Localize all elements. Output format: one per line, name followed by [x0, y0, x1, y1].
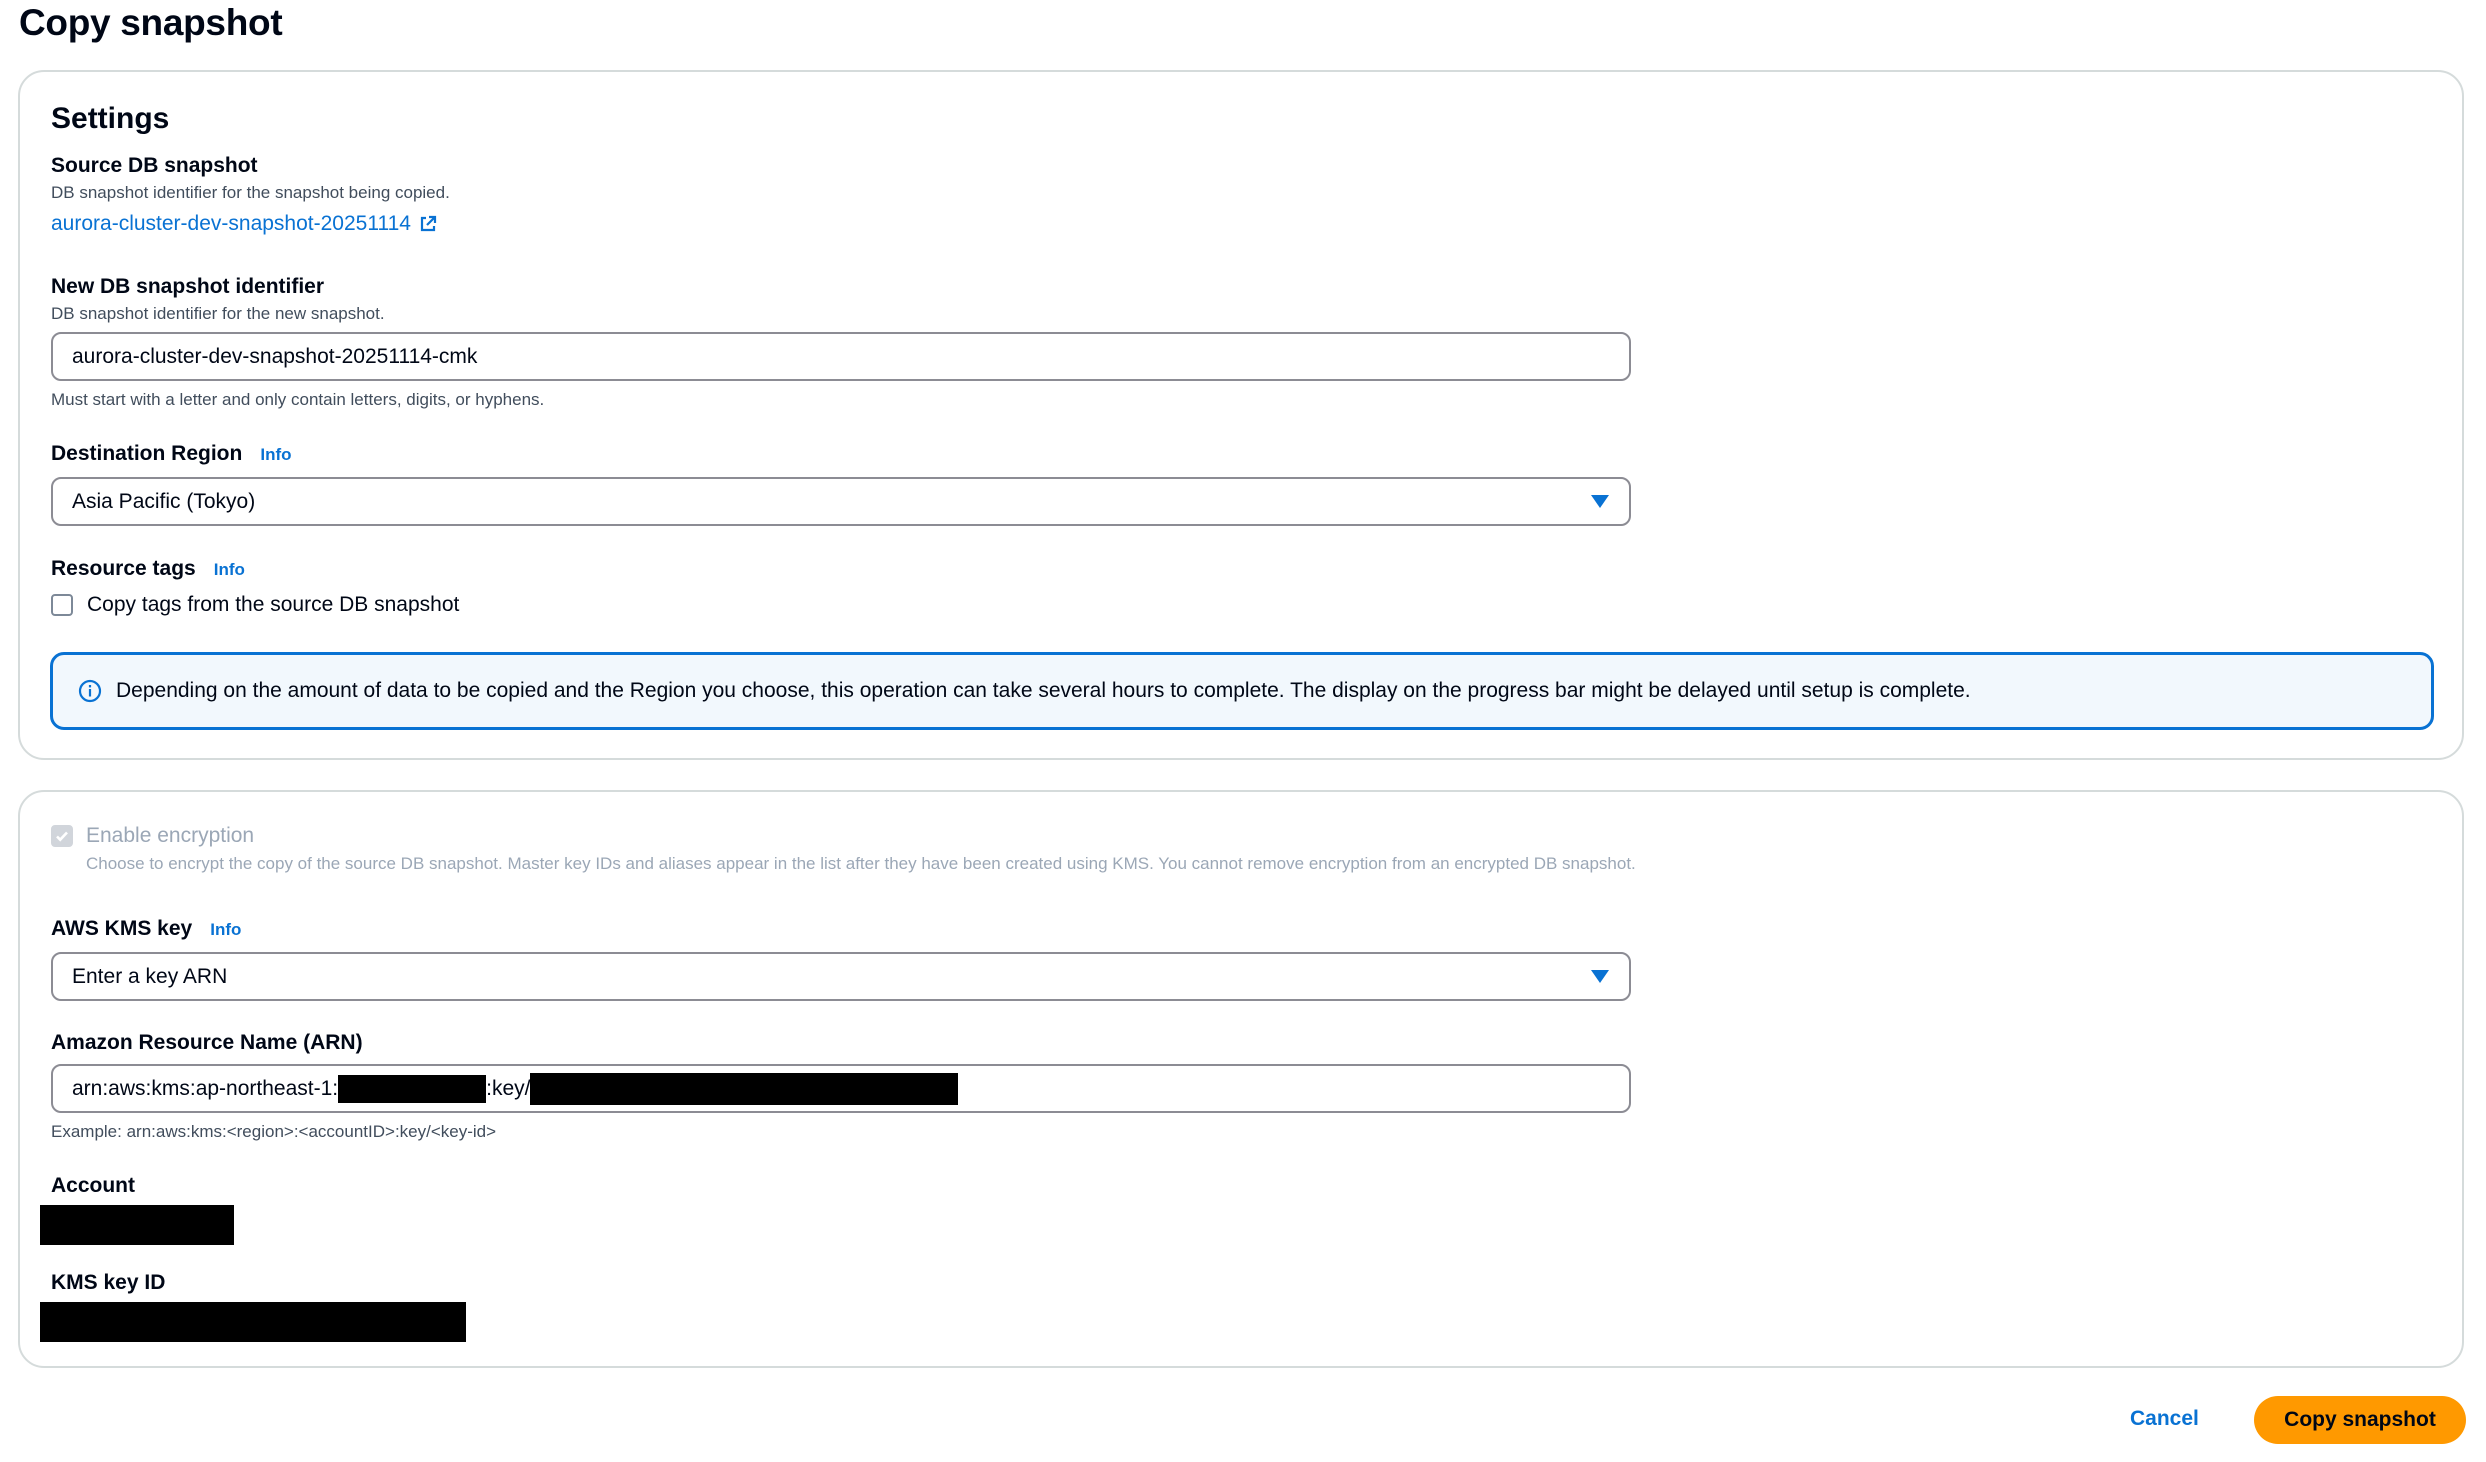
settings-heading: Settings: [51, 102, 170, 135]
caret-down-icon: [1591, 970, 1609, 983]
account-value-redacted: [40, 1205, 234, 1245]
cancel-button[interactable]: Cancel: [2130, 1395, 2199, 1443]
new-identifier-constraint: Must start with a letter and only contai…: [51, 390, 545, 409]
kms-key-label: AWS KMS key: [51, 917, 193, 940]
kms-key-selected: Enter a key ARN: [72, 964, 228, 988]
arn-key-id-redacted: [530, 1072, 959, 1105]
info-circle-icon: [78, 679, 102, 703]
destination-region-label: Destination Region: [51, 442, 243, 465]
arn-input[interactable]: arn:aws:kms:ap-northeast-1: :key/: [51, 1064, 1631, 1113]
info-alert: Depending on the amount of data to be co…: [50, 652, 2434, 730]
kms-key-select[interactable]: Enter a key ARN: [51, 952, 1631, 1001]
caret-down-icon: [1591, 495, 1609, 508]
source-snapshot-link-text: aurora-cluster-dev-snapshot-20251114: [51, 212, 411, 235]
copy-tags-checkbox[interactable]: [51, 594, 73, 616]
enable-encryption-description: Choose to encrypt the copy of the source…: [86, 854, 1636, 873]
arn-label: Amazon Resource Name (ARN): [51, 1031, 363, 1054]
kms-key-id-value-redacted: [40, 1302, 466, 1342]
arn-account-redacted: [338, 1074, 487, 1103]
arn-value-middle: :key/: [486, 1076, 531, 1100]
external-link-icon: [419, 215, 437, 233]
account-label: Account: [51, 1174, 135, 1197]
check-icon: [54, 828, 70, 844]
new-identifier-description: DB snapshot identifier for the new snaps…: [51, 304, 385, 323]
page-title: Copy snapshot: [19, 2, 283, 43]
destination-region-header: Destination Region Info: [51, 442, 292, 466]
kms-key-header: AWS KMS key Info: [51, 917, 241, 941]
new-identifier-input[interactable]: aurora-cluster-dev-snapshot-20251114-cmk: [51, 332, 1631, 381]
new-identifier-value: aurora-cluster-dev-snapshot-20251114-cmk: [72, 344, 478, 368]
kms-key-info-link[interactable]: Info: [210, 920, 241, 940]
settings-panel: Settings Source DB snapshot DB snapshot …: [18, 70, 2464, 760]
source-snapshot-link[interactable]: aurora-cluster-dev-snapshot-20251114: [51, 212, 437, 236]
enable-encryption-label: Enable encryption: [86, 824, 255, 847]
copy-snapshot-button[interactable]: Copy snapshot: [2254, 1396, 2466, 1444]
kms-key-id-label: KMS key ID: [51, 1271, 166, 1294]
arn-example: Example: arn:aws:kms:<region>:<accountID…: [51, 1122, 497, 1141]
resource-tags-header: Resource tags Info: [51, 557, 245, 581]
copy-tags-label[interactable]: Copy tags from the source DB snapshot: [87, 593, 459, 617]
resource-tags-label: Resource tags: [51, 557, 196, 580]
info-alert-text: Depending on the amount of data to be co…: [116, 679, 1971, 702]
destination-region-select[interactable]: Asia Pacific (Tokyo): [51, 477, 1631, 526]
encryption-panel: Enable encryption Choose to encrypt the …: [18, 790, 2464, 1368]
resource-tags-info-link[interactable]: Info: [214, 560, 245, 580]
arn-value-prefix: arn:aws:kms:ap-northeast-1:: [72, 1076, 339, 1100]
destination-region-selected: Asia Pacific (Tokyo): [72, 489, 256, 513]
new-identifier-label: New DB snapshot identifier: [51, 275, 325, 298]
source-snapshot-label: Source DB snapshot: [51, 154, 258, 177]
source-snapshot-description: DB snapshot identifier for the snapshot …: [51, 183, 450, 202]
destination-region-info-link[interactable]: Info: [260, 445, 291, 465]
enable-encryption-checkbox[interactable]: [51, 825, 73, 847]
